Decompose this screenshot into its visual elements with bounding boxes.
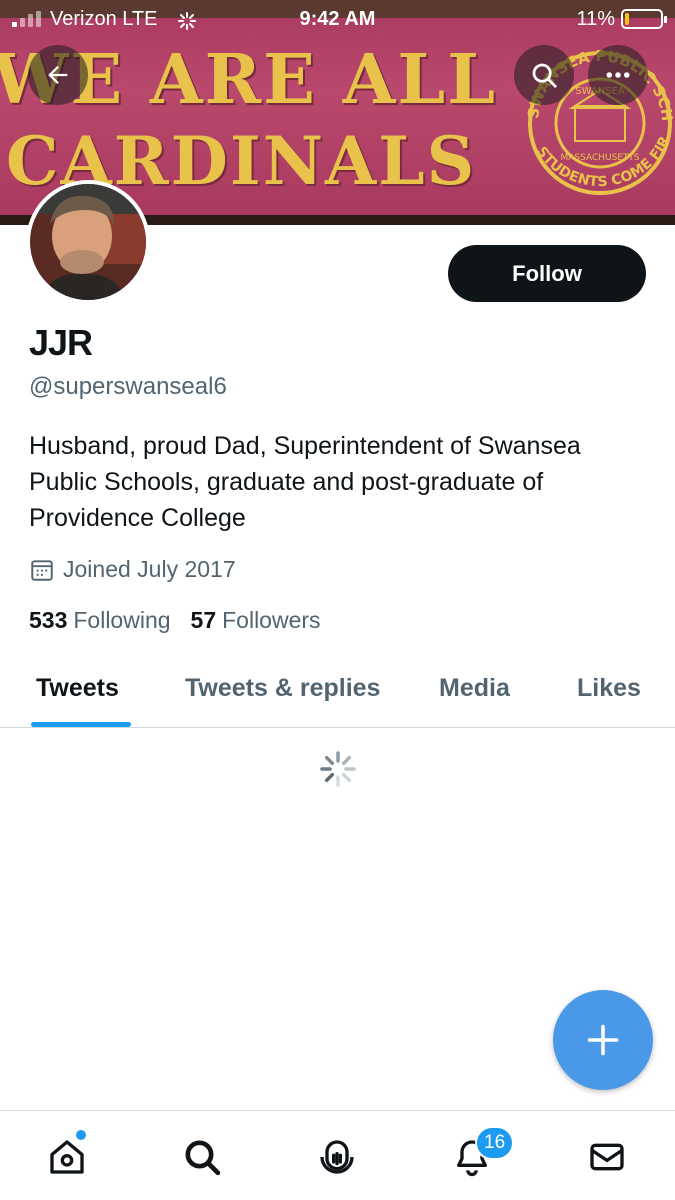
- search-icon: [185, 1140, 221, 1176]
- joined-date: Joined July 2017: [29, 556, 236, 583]
- battery-percent: 11%: [576, 8, 615, 30]
- joined-text: Joined July 2017: [63, 556, 236, 582]
- following-label: Following: [73, 607, 171, 633]
- compose-tweet-button[interactable]: [553, 990, 653, 1090]
- more-options-button[interactable]: [588, 45, 648, 105]
- tab-tweets[interactable]: Tweets: [36, 674, 119, 703]
- status-bar: Verizon LTE 9:42 AM 11%: [0, 0, 675, 38]
- profile-name: JJR: [29, 322, 93, 363]
- profile-tabs: Tweets Tweets & replies Media Likes: [0, 660, 675, 728]
- nav-home[interactable]: [45, 1135, 89, 1179]
- seal-state-text: MASSACHUSETTS: [560, 153, 639, 163]
- back-button[interactable]: [28, 45, 88, 105]
- more-horizontal-icon: [606, 72, 630, 78]
- battery-icon: [621, 9, 667, 29]
- home-icon: [50, 1140, 84, 1174]
- following-link[interactable]: 533 Following: [29, 607, 171, 634]
- tab-media[interactable]: Media: [439, 674, 510, 703]
- nav-messages[interactable]: [585, 1135, 629, 1179]
- nav-spaces[interactable]: [315, 1135, 359, 1179]
- plus-icon: [587, 1024, 619, 1056]
- profile-bio: Husband, proud Dad, Superintendent of Sw…: [29, 432, 581, 532]
- clock: 9:42 AM: [299, 8, 376, 30]
- follow-button[interactable]: Follow: [448, 245, 646, 302]
- followers-link[interactable]: 57 Followers: [191, 607, 321, 634]
- tab-tweets-and-replies[interactable]: Tweets & replies: [185, 674, 380, 703]
- loading-spinner-icon: [320, 751, 356, 787]
- tab-likes[interactable]: Likes: [577, 674, 641, 703]
- followers-count: 57: [190, 607, 217, 633]
- active-tab-indicator: [31, 722, 131, 727]
- followers-label: Followers: [222, 607, 321, 633]
- bottom-navigation: 16: [0, 1110, 675, 1200]
- avatar[interactable]: [26, 180, 150, 304]
- profile-handle: @superswanseal6: [29, 373, 227, 400]
- follow-stats: 533 Following 57 Followers: [29, 607, 341, 634]
- search-button[interactable]: [514, 45, 574, 105]
- spaces-icon: [320, 1140, 354, 1174]
- battery-level-fill: [625, 13, 629, 25]
- following-count: 533: [29, 607, 68, 633]
- notification-count-badge: 16: [475, 1126, 515, 1160]
- mail-icon: [590, 1143, 624, 1171]
- arrow-left-icon: [48, 66, 68, 84]
- nav-search[interactable]: [180, 1135, 224, 1179]
- calendar-icon: [31, 559, 53, 581]
- profile-photo: [30, 184, 146, 300]
- home-unread-dot: [76, 1130, 86, 1140]
- search-icon: [532, 63, 557, 88]
